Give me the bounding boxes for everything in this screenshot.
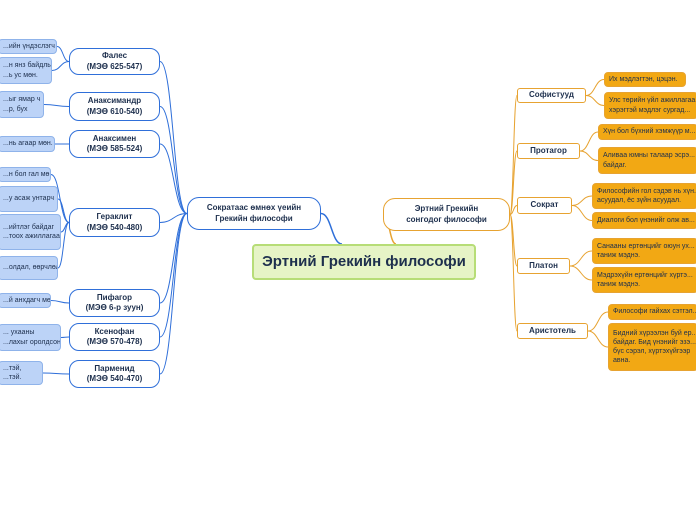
note-xenophanes-1-text: ... ухааны ...лахыг оролдсон. [3, 329, 61, 346]
note-protagoras-1[interactable]: Хүн бол бүхний хэмжүүр м... [598, 124, 696, 140]
node-thales-label: Фалес (МЭӨ 625-547) [86, 51, 143, 71]
note-protagoras-1-text: Хүн бол бүхний хэмжүүр м... [603, 128, 696, 136]
note-aristotle-2[interactable]: Бидний хүрээлэн буй ер... байдаг. Бид үн… [608, 323, 696, 371]
note-xenophanes-1[interactable]: ... ухааны ...лахыг оролдсон. [0, 324, 61, 351]
note-heraclitus-1[interactable]: ...н бол гал мөн. [0, 167, 51, 182]
branch-classical[interactable]: Эртний Грекийн сонгодог философи [383, 198, 510, 231]
link-note-plato-2 [569, 265, 593, 281]
link-node-aristotle [509, 214, 518, 332]
node-anaximenes[interactable]: Анаксимен (МЭӨ 585-524) [69, 130, 160, 158]
link-node-anaximenes [159, 143, 188, 214]
root-topic[interactable]: Эртний Грекийн философи [252, 244, 476, 280]
note-parmenides-1-text: ...тэй, ...тэй. [3, 364, 22, 381]
note-heraclitus-3-text: ...ийтлэг байдаг ...тоох ажиллагаа [3, 223, 60, 240]
link-note-anaximander-1 [43, 104, 70, 107]
note-anaximenes-1[interactable]: ...нь агаар мөн. [0, 136, 55, 152]
link-note-parmenides-1 [42, 372, 70, 375]
node-thales[interactable]: Фалес (МЭӨ 625-547) [69, 48, 160, 75]
link-note-thales-2 [51, 61, 70, 71]
node-heraclitus-label: Гераклит (МЭӨ 540-480) [86, 212, 143, 232]
link-note-plato-1 [569, 250, 593, 267]
note-heraclitus-1-text: ...н бол гал мөн. [3, 170, 51, 178]
node-pythagoras[interactable]: Пифагор (МЭӨ 6-р зуун) [69, 289, 160, 317]
note-parmenides-1[interactable]: ...тэй, ...тэй. [0, 361, 43, 385]
link-note-aristotle-2 [587, 330, 609, 348]
node-anaximander-label: Анаксимандр (МЭӨ 610-540) [86, 96, 143, 116]
link-note-sophists-1 [585, 79, 605, 96]
note-heraclitus-4-text: ...олдал, өөрчлөлт [3, 264, 58, 272]
link-note-pythagoras-1 [50, 300, 70, 304]
node-aristotle[interactable]: Аристотель [517, 323, 588, 339]
link-root-left [320, 212, 343, 245]
node-anaximander[interactable]: Анаксимандр (МЭӨ 610-540) [69, 92, 160, 121]
note-heraclitus-2[interactable]: ...у асаж унтарч [0, 186, 58, 212]
node-socrates-label: Сократ [530, 200, 559, 210]
link-note-socrates-1 [571, 195, 593, 206]
note-plato-1[interactable]: Санааны ертөнцийг оюун ух... таниж мэднэ… [592, 238, 696, 264]
link-note-protagoras-1 [579, 131, 599, 152]
note-thales-2[interactable]: ...н янз байдлын ...ь ус мөн. [0, 57, 52, 84]
node-pythagoras-label: Пифагор (МЭӨ 6-р зуун) [85, 292, 144, 312]
note-socrates-1[interactable]: Философийн гол сэдэв нь хүн... асуудал, … [592, 183, 696, 209]
node-parmenides[interactable]: Парменид (МЭӨ 540-470) [69, 360, 160, 388]
node-sophists-label: Софистууд [529, 90, 574, 100]
branch-pre-socratic[interactable]: Сократаас өмнөх үеийн Грекийн философи [187, 197, 321, 230]
node-plato[interactable]: Платон [517, 258, 570, 274]
node-sophists[interactable]: Софистууд [517, 88, 586, 103]
note-aristotle-1-text: Философи гайхах сэтгэл... [613, 308, 696, 316]
node-xenophanes[interactable]: Ксенофан (МЭӨ 570-478) [69, 323, 160, 351]
note-protagoras-2-text: Аливаа юмны талаар эсрэ... байдаг. [603, 152, 695, 169]
note-aristotle-1[interactable]: Философи гайхах сэтгэл... [608, 304, 696, 320]
link-node-xenophanes [159, 213, 188, 338]
note-thales-1[interactable]: ...ийн үндэслэгч [0, 39, 57, 54]
note-socrates-2[interactable]: Диалоги бол үнэнийг олж ав... [592, 212, 696, 229]
note-anaximander-1[interactable]: ...ыг ямар ч ...р, бух [0, 91, 44, 118]
note-plato-2[interactable]: Мэдрэхүйн ертөнцийг хүртэ... таниж мэднэ… [592, 267, 696, 293]
note-socrates-1-text: Философийн гол сэдэв нь хүн... асуудал, … [597, 187, 696, 204]
link-node-thales [159, 61, 188, 214]
node-protagoras-label: Протагор [530, 145, 567, 155]
note-heraclitus-2-text: ...у асаж унтарч [3, 195, 54, 203]
node-heraclitus[interactable]: Гераклит (МЭӨ 540-480) [69, 208, 160, 237]
node-protagoras[interactable]: Протагор [517, 143, 580, 159]
note-pythagoras-1[interactable]: ...й анхдагч мөн. [0, 293, 51, 308]
node-xenophanes-label: Ксенофан (МЭӨ 570-478) [86, 326, 143, 346]
branch-pre-socratic-title: Сократаас өмнөх үеийн Грекийн философи [206, 203, 302, 223]
link-note-aristotle-1 [587, 311, 609, 332]
note-aristotle-2-text: Бидний хүрээлэн буй ер... байдаг. Бид үн… [613, 329, 696, 365]
link-note-thales-1 [56, 46, 70, 62]
link-note-sophists-2 [585, 95, 605, 106]
root-title: Эртний Грекийн философи [262, 253, 466, 271]
link-note-protagoras-2 [579, 150, 599, 161]
link-node-anaximander [159, 106, 188, 214]
node-parmenides-label: Парменид (МЭӨ 540-470) [86, 363, 143, 383]
node-aristotle-label: Аристотель [529, 325, 576, 335]
note-protagoras-2[interactable]: Аливаа юмны талаар эсрэ... байдаг. [598, 147, 696, 174]
branch-classical-title: Эртний Грекийн сонгодог философи [406, 204, 487, 224]
node-socrates[interactable]: Сократ [517, 197, 572, 214]
link-node-parmenides [159, 213, 188, 375]
note-thales-2-text: ...н янз байдлын ...ь ус мөн. [3, 62, 52, 79]
note-pythagoras-1-text: ...й анхдагч мөн. [3, 296, 51, 304]
note-sophists-2-text: Улс төрийн үйл ажиллагаа... хэрэгтэй мэд… [609, 97, 696, 114]
link-note-socrates-2 [571, 205, 593, 221]
node-anaximenes-label: Анаксимен (МЭӨ 585-524) [86, 133, 143, 153]
note-sophists-1[interactable]: Их мэдлэгтэн, цэцэн. [604, 72, 686, 87]
note-plato-2-text: Мэдрэхүйн ертөнцийг хүртэ... таниж мэднэ… [597, 271, 693, 288]
note-anaximander-1-text: ...ыг ямар ч ...р, бух [3, 96, 41, 113]
note-heraclitus-3[interactable]: ...ийтлэг байдаг ...тоох ажиллагаа [0, 214, 61, 250]
link-note-xenophanes-1 [60, 336, 70, 338]
note-sophists-1-text: Их мэдлэгтэн, цэцэн. [609, 75, 678, 83]
note-anaximenes-1-text: ...нь агаар мөн. [3, 140, 53, 148]
note-thales-1-text: ...ийн үндэслэгч [3, 42, 55, 50]
note-heraclitus-4[interactable]: ...олдал, өөрчлөлт [0, 256, 58, 280]
note-sophists-2[interactable]: Улс төрийн үйл ажиллагаа... хэрэгтэй мэд… [604, 92, 696, 119]
node-plato-label: Платон [529, 260, 558, 270]
note-socrates-2-text: Диалоги бол үнэнийг олж ав... [597, 216, 695, 224]
note-plato-1-text: Санааны ертөнцийг оюун ух... таниж мэднэ… [597, 242, 695, 259]
